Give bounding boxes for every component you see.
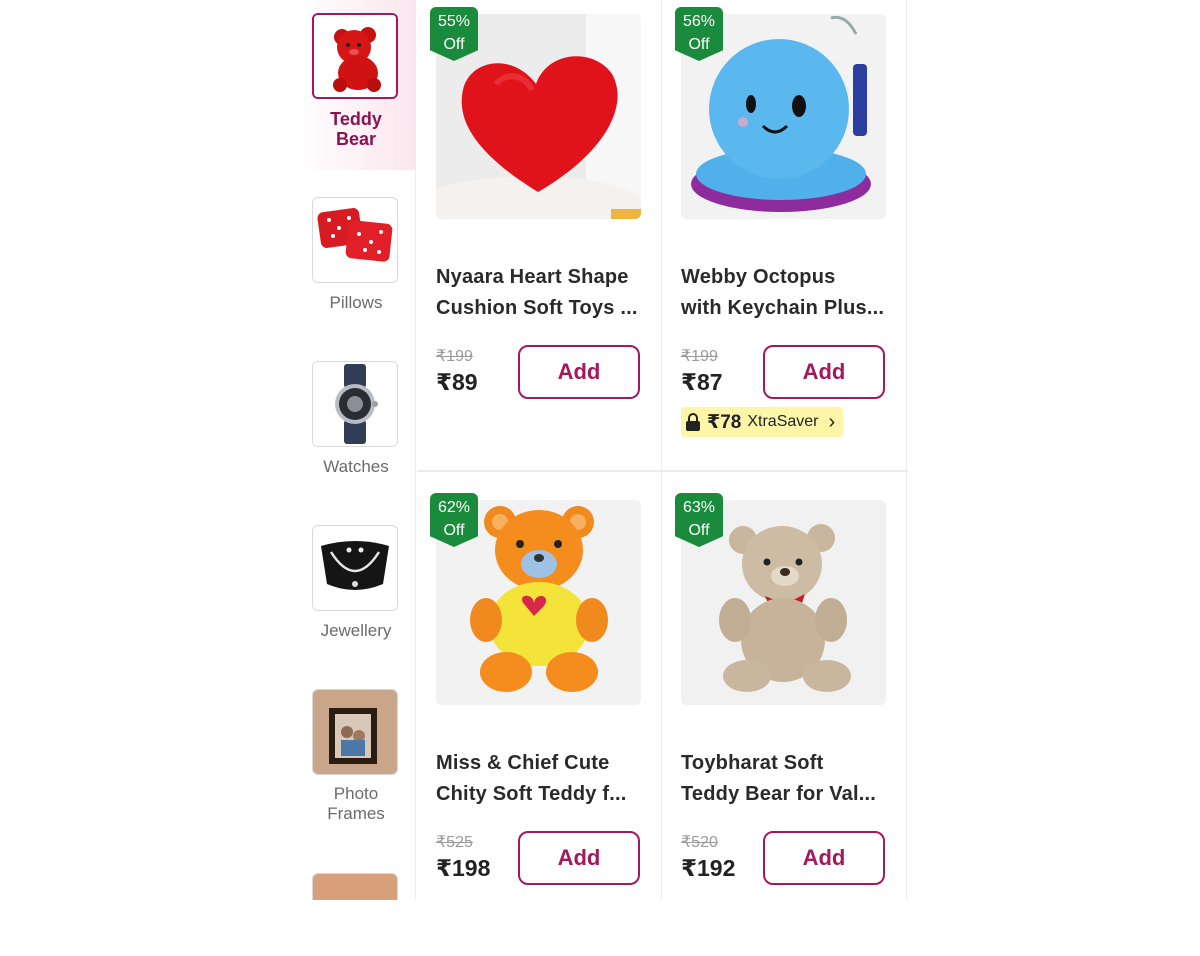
label-line: Teddy xyxy=(330,109,382,129)
pillows-thumbnail xyxy=(312,197,398,283)
category-sidebar: Teddy Bear Pillows Watches Jewellery Pho… xyxy=(296,0,416,900)
product-name[interactable]: Nyaara Heart Shape Cushion Soft Toys ... xyxy=(436,262,646,324)
product-name[interactable]: Webby Octopus with Keychain Plus... xyxy=(681,262,891,324)
name-line: Nyaara Heart Shape xyxy=(436,266,629,288)
product-grid: 55% Off Nyaara Heart Shape Cushion Soft … xyxy=(417,0,908,900)
product-card[interactable]: 63% Off Toybharat Soft Teddy Bear for Va… xyxy=(662,486,906,956)
label-line: Frames xyxy=(327,804,385,823)
more-category-thumbnail xyxy=(312,873,398,900)
name-line: with Keychain Plus... xyxy=(681,297,885,319)
sidebar-item-label: Jewellery xyxy=(320,621,392,640)
sidebar-item-label: Pillows xyxy=(329,293,383,312)
shopping-app: Teddy Bear Pillows Watches Jewellery Pho… xyxy=(296,0,908,900)
name-line: Toybharat Soft xyxy=(681,752,824,774)
product-card[interactable]: 56% Off Webby Octopus with Keychain Plus… xyxy=(662,0,906,470)
sidebar-item-pillows[interactable]: Pillows xyxy=(296,180,415,330)
original-price: ₹199 xyxy=(436,348,473,365)
sale-price: ₹198 xyxy=(436,855,491,881)
xtrasaver-offer[interactable]: ₹78 XtraSaver › xyxy=(681,407,844,437)
name-line: Miss & Chief Cute xyxy=(436,752,610,774)
product-card[interactable]: 62% Off Miss & Chief Cute Chity Soft Ted… xyxy=(417,486,661,956)
discount-off: Off xyxy=(443,36,465,53)
add-button[interactable]: Add xyxy=(763,345,885,399)
add-button[interactable]: Add xyxy=(763,831,885,885)
row-divider xyxy=(417,470,908,472)
sidebar-item-label: Watches xyxy=(323,457,389,476)
discount-percent: 63% xyxy=(682,499,716,516)
original-price: ₹520 xyxy=(681,834,718,851)
discount-off: Off xyxy=(443,522,465,539)
xtrasaver-price: ₹78 xyxy=(707,411,742,433)
discount-badge: 56% Off xyxy=(675,7,723,61)
chevron-right-icon: › xyxy=(828,410,836,433)
name-line: Webby Octopus xyxy=(681,266,836,288)
discount-percent: 62% xyxy=(437,499,471,516)
original-price: ₹199 xyxy=(681,348,718,365)
sale-price: ₹192 xyxy=(681,855,736,881)
discount-badge: 62% Off xyxy=(430,493,478,547)
label-line: Bear xyxy=(335,129,377,149)
photo-frames-thumbnail xyxy=(312,689,398,775)
sidebar-item-watches[interactable]: Watches xyxy=(296,345,415,495)
name-line: Cushion Soft Toys ... xyxy=(436,297,638,319)
sidebar-item-teddy-bear[interactable]: Teddy Bear xyxy=(296,0,415,170)
name-line: Teddy Bear for Val... xyxy=(681,783,877,805)
label-line: Photo xyxy=(333,784,379,803)
discount-percent: 56% xyxy=(682,13,716,30)
watches-thumbnail xyxy=(312,361,398,447)
product-name[interactable]: Toybharat Soft Teddy Bear for Val... xyxy=(681,748,891,810)
xtrasaver-label: XtraSaver xyxy=(747,413,819,430)
product-name[interactable]: Miss & Chief Cute Chity Soft Teddy f... xyxy=(436,748,646,810)
sidebar-item-label: Photo Frames xyxy=(296,784,415,824)
discount-percent: 55% xyxy=(437,13,471,30)
sale-price: ₹89 xyxy=(436,369,478,395)
sidebar-item-more[interactable] xyxy=(296,860,415,900)
lock-icon xyxy=(685,413,701,431)
original-price: ₹525 xyxy=(436,834,473,851)
teddy-bear-thumbnail xyxy=(312,13,398,99)
product-card[interactable]: 55% Off Nyaara Heart Shape Cushion Soft … xyxy=(417,0,661,470)
discount-badge: 63% Off xyxy=(675,493,723,547)
jewellery-thumbnail xyxy=(312,525,398,611)
add-button[interactable]: Add xyxy=(518,345,640,399)
sidebar-item-jewellery[interactable]: Jewellery xyxy=(296,510,415,660)
sidebar-item-photo-frames[interactable]: Photo Frames xyxy=(296,675,415,840)
discount-off: Off xyxy=(688,36,710,53)
sale-price: ₹87 xyxy=(681,369,723,395)
discount-off: Off xyxy=(688,522,710,539)
right-divider xyxy=(906,0,907,900)
sidebar-item-label: Teddy Bear xyxy=(296,109,415,149)
name-line: Chity Soft Teddy f... xyxy=(436,783,627,805)
discount-badge: 55% Off xyxy=(430,7,478,61)
add-button[interactable]: Add xyxy=(518,831,640,885)
